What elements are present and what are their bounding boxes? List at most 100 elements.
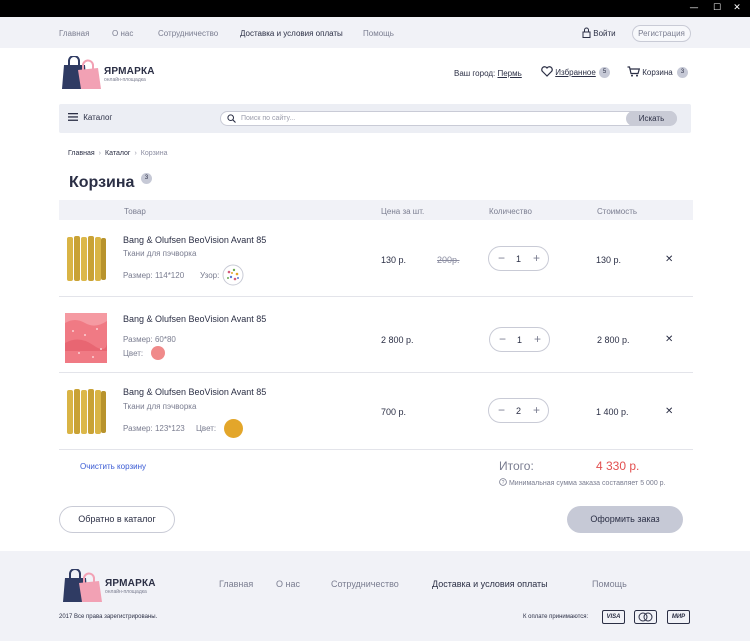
chevron-right-icon: › xyxy=(134,150,137,157)
product-size: Размер: 123*123 xyxy=(123,424,185,433)
min-sum-note: ? Минимальная сумма заказа составляет 5 … xyxy=(499,478,666,487)
top-nav-item-delivery[interactable]: Доставка и условия оплаты xyxy=(240,29,343,38)
breadcrumb-current: Корзина xyxy=(140,150,168,157)
page-count-badge: 3 xyxy=(141,173,152,184)
total-value: 4 330 р. xyxy=(596,459,640,473)
quantity-stepper: − 1 + xyxy=(488,246,549,271)
search-button[interactable]: Искать xyxy=(626,111,677,126)
page-title: Корзина xyxy=(69,174,135,191)
header-product: Товар xyxy=(124,207,146,216)
row-divider xyxy=(59,372,693,373)
plus-icon[interactable]: + xyxy=(533,403,540,418)
favorites-label: Избранное xyxy=(555,68,596,77)
close-icon[interactable]: ✕ xyxy=(731,2,743,14)
product-name[interactable]: Bang & Olufsen BeoVision Avant 85 xyxy=(123,387,266,397)
login-label: Войти xyxy=(593,29,616,38)
minimize-icon[interactable]: — xyxy=(688,2,700,14)
cart-label: Корзина xyxy=(642,68,673,77)
place-order-button[interactable]: Оформить заказ xyxy=(567,506,683,533)
logo-subtitle: онлайн-площадка xyxy=(104,77,146,83)
min-sum-text: Минимальная сумма заказа составляет 5 00… xyxy=(508,480,666,487)
product-price: 2 800 р. xyxy=(381,335,414,345)
product-old-price: 200р. xyxy=(437,255,460,265)
cart-table-header: Товар Цена за шт. Количество Стоимость xyxy=(59,200,693,220)
catalog-label: Каталог xyxy=(83,113,113,122)
footer-logo-title[interactable]: ЯРМАРКА xyxy=(105,578,156,589)
product-image[interactable] xyxy=(65,313,107,363)
mastercard-icon xyxy=(634,610,657,624)
window-titlebar: — ☐ ✕ xyxy=(0,0,750,17)
color-swatch xyxy=(224,419,243,438)
breadcrumb-catalog[interactable]: Каталог xyxy=(105,150,130,157)
product-attr-label: Цвет: xyxy=(196,424,217,433)
product-image[interactable] xyxy=(65,387,107,437)
visa-icon: VISA xyxy=(602,610,625,624)
mir-icon: МИР xyxy=(667,610,690,624)
top-nav-item-about[interactable]: О нас xyxy=(112,29,133,38)
clear-cart-link[interactable]: Очистить корзину xyxy=(80,462,146,471)
favorites-link[interactable]: Избранное xyxy=(541,66,596,77)
logo-bag-icon[interactable] xyxy=(61,569,103,603)
city-label: Ваш город: xyxy=(454,69,496,78)
login-link[interactable]: Войти xyxy=(582,27,616,38)
product-size: Размер: 114*120 xyxy=(123,271,185,280)
cart-count-badge: 3 xyxy=(677,67,688,78)
search-icon xyxy=(227,114,236,123)
back-to-catalog-button[interactable]: Обратно в каталог xyxy=(59,506,175,533)
catalog-button[interactable]: Каталог xyxy=(68,113,112,122)
remove-icon[interactable]: ✕ xyxy=(665,406,673,417)
row-divider xyxy=(59,296,693,297)
footer-nav-delivery[interactable]: Доставка и условия оплаты xyxy=(432,579,548,589)
product-name[interactable]: Bang & Olufsen BeoVision Avant 85 xyxy=(123,235,266,245)
top-nav-item-help[interactable]: Помощь xyxy=(363,29,394,38)
city-value[interactable]: Пермь xyxy=(497,69,521,78)
total-label: Итого: xyxy=(499,459,534,473)
top-nav-item-home[interactable]: Главная xyxy=(59,29,89,38)
row-divider xyxy=(59,449,693,450)
product-attr-label: Цвет: xyxy=(123,349,144,358)
menu-icon xyxy=(68,113,78,121)
header-quantity: Количество xyxy=(489,207,532,216)
pattern-swatch xyxy=(222,264,244,286)
product-price: 130 р. xyxy=(381,255,407,265)
heart-icon xyxy=(541,66,553,77)
search-bar: Каталог Поиск по сайту... Искать xyxy=(59,104,691,133)
footer-nav-about[interactable]: О нас xyxy=(276,579,300,589)
city-selector[interactable]: Ваш город: Пермь xyxy=(454,69,522,78)
cart-link[interactable]: Корзина xyxy=(627,66,673,77)
remove-icon[interactable]: ✕ xyxy=(665,254,673,265)
register-button[interactable]: Регистрация xyxy=(632,25,691,42)
product-type: Ткани для пэчворка xyxy=(123,402,197,411)
footer-logo-subtitle: онлайн-площадка xyxy=(105,589,147,595)
breadcrumb: Главная › Каталог › Корзина xyxy=(68,150,167,157)
header-cost: Стоимость xyxy=(597,207,638,216)
top-nav-item-cooperation[interactable]: Сотрудничество xyxy=(158,29,218,38)
top-nav: Главная О нас Сотрудничество Доставка и … xyxy=(0,17,750,48)
logo-bag-icon[interactable] xyxy=(60,56,102,90)
plus-icon[interactable]: + xyxy=(533,251,540,266)
search-input[interactable]: Поиск по сайту... xyxy=(220,111,677,126)
quantity-stepper: − 1 + xyxy=(489,327,550,352)
plus-icon[interactable]: + xyxy=(534,332,541,347)
logo-title[interactable]: ЯРМАРКА xyxy=(104,66,155,77)
remove-icon[interactable]: ✕ xyxy=(665,334,673,345)
product-size: Размер: 60*80 xyxy=(123,335,176,344)
header-price: Цена за шт. xyxy=(381,207,425,216)
copyright: 2017 Все права зарегистрированы. xyxy=(59,614,158,620)
footer-nav-cooperation[interactable]: Сотрудничество xyxy=(331,579,399,589)
product-name[interactable]: Bang & Olufsen BeoVision Avant 85 xyxy=(123,314,266,324)
maximize-icon[interactable]: ☐ xyxy=(711,2,723,14)
product-image[interactable] xyxy=(65,234,107,284)
favorites-count-badge: 5 xyxy=(599,67,610,78)
footer: ЯРМАРКА онлайн-площадка Главная О нас Со… xyxy=(0,551,750,641)
payment-label: К оплате принимаются: xyxy=(523,614,589,620)
chevron-right-icon: › xyxy=(98,150,101,157)
breadcrumb-home[interactable]: Главная xyxy=(68,150,95,157)
product-type: Ткани для пэчворка xyxy=(123,249,197,258)
product-cost: 2 800 р. xyxy=(597,335,630,345)
question-icon: ? xyxy=(499,478,507,486)
color-swatch xyxy=(151,346,165,360)
product-cost: 130 р. xyxy=(596,255,622,265)
footer-nav-help[interactable]: Помощь xyxy=(592,579,627,589)
footer-nav-home[interactable]: Главная xyxy=(219,579,253,589)
